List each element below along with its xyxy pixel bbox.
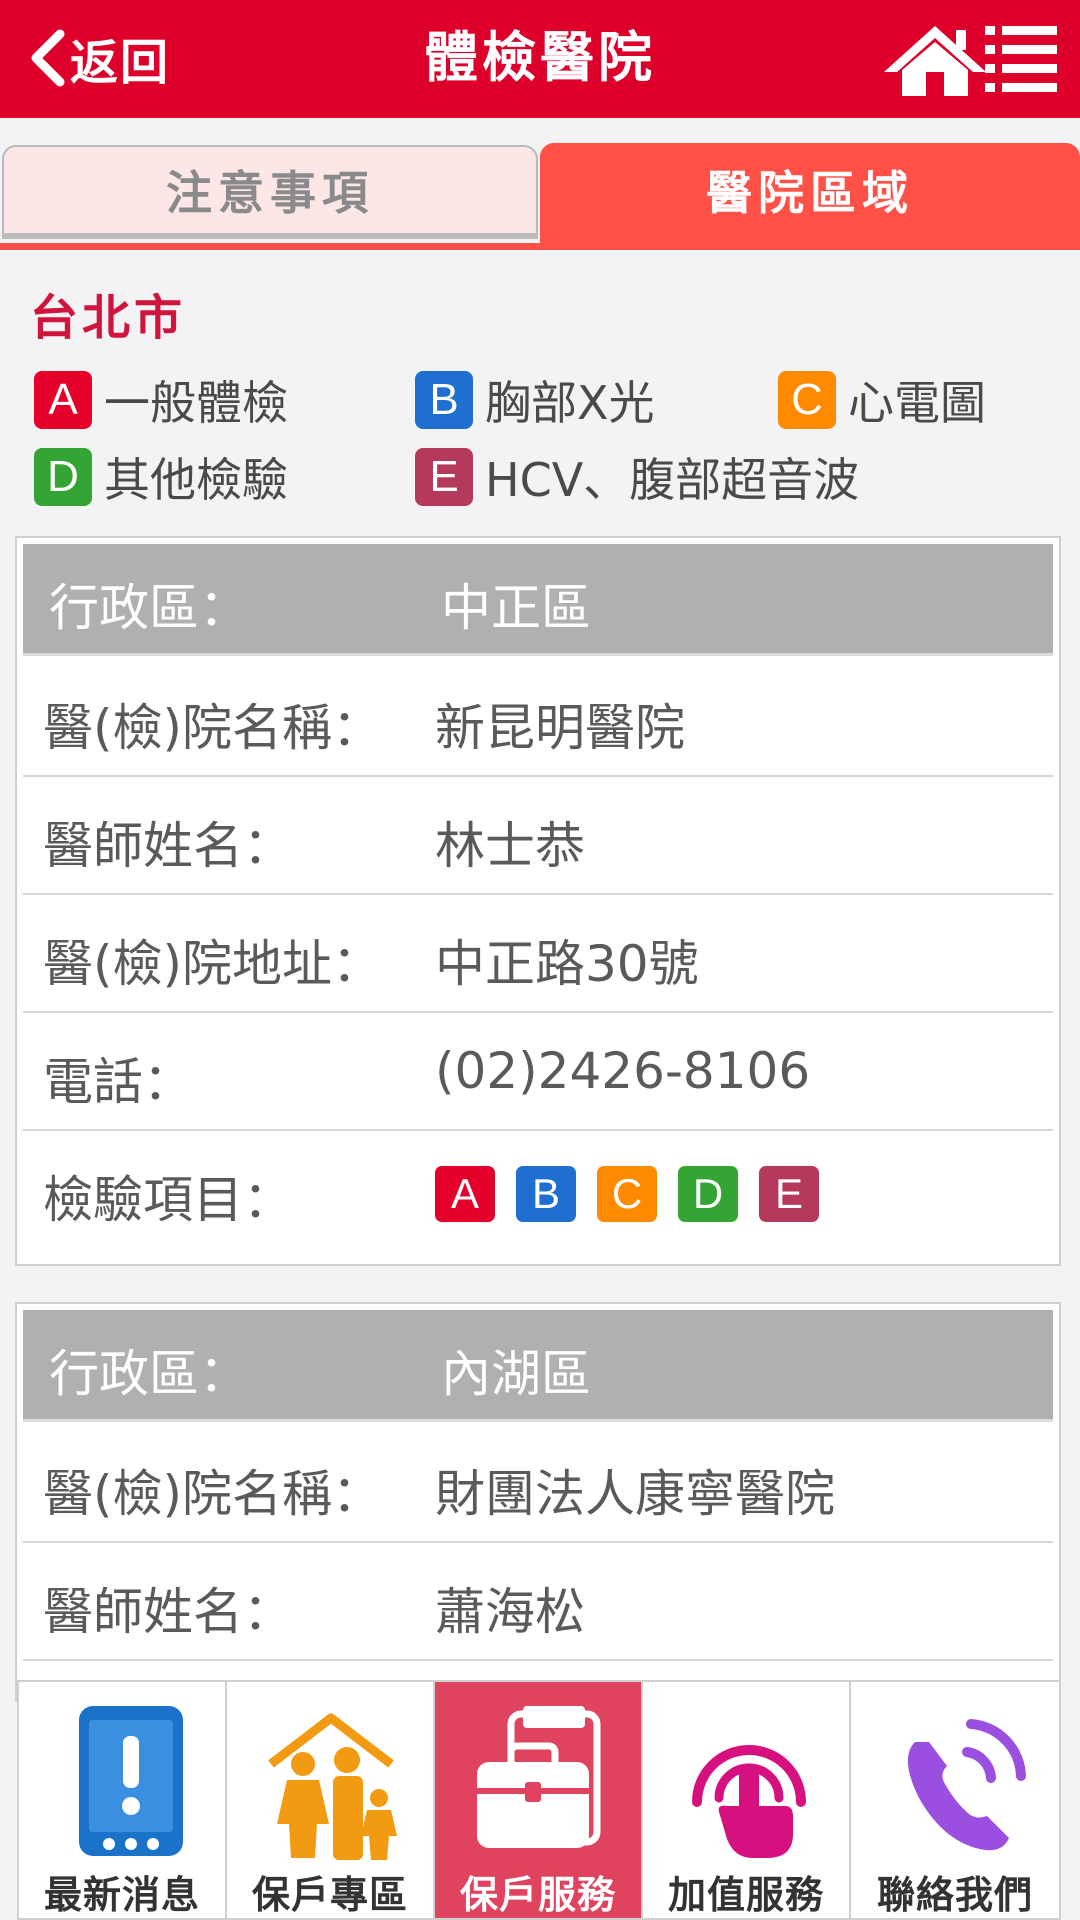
- address-label: 醫(檢)院地址：: [43, 935, 383, 993]
- legend-item-c: C 心電圖: [778, 367, 986, 433]
- touch-icon: [692, 1745, 806, 1858]
- badge-b: B: [415, 371, 473, 429]
- items-label: 檢驗項目：: [43, 1171, 293, 1229]
- doctor-label: 醫師姓名：: [43, 1583, 293, 1641]
- phone-alert-icon: [79, 1706, 183, 1856]
- hospital-card: 行政區： 中正區 醫(檢)院名稱： 新昆明醫院 醫師姓名： 林士恭 醫(檢)院地…: [15, 536, 1061, 1266]
- item-badge-e: E: [759, 1166, 819, 1222]
- row-divider: [23, 775, 1053, 777]
- row-divider: [23, 1129, 1053, 1131]
- nav-latest-news[interactable]: 最新消息: [19, 1682, 227, 1918]
- badge-e: E: [415, 448, 473, 506]
- legend-label: HCV、腹部超音波: [485, 453, 860, 507]
- legend-label: 胸部X光: [485, 376, 655, 430]
- call-icon: [907, 1719, 1026, 1851]
- bottom-nav: 最新消息 保戶專區 保戶服務 加值服務 聯絡我們: [17, 1680, 1061, 1920]
- hospital-name-value: 財團法人康寧醫院: [435, 1465, 835, 1523]
- item-badge-c: C: [597, 1166, 657, 1222]
- row-divider: [23, 893, 1053, 895]
- nav-label: 最新消息: [43, 1873, 200, 1917]
- phone-label: 電話：: [43, 1053, 193, 1111]
- test-items: A B C D E: [435, 1166, 840, 1222]
- hospital-name-label: 醫(檢)院名稱：: [43, 1465, 383, 1523]
- row-divider: [23, 1659, 1053, 1661]
- home-icon[interactable]: [880, 22, 990, 98]
- nav-label: 聯絡我們: [876, 1873, 1033, 1917]
- legend-item-e: E HCV、腹部超音波: [415, 444, 859, 510]
- badge-c: C: [778, 371, 836, 429]
- legend-label: 心電圖: [848, 376, 986, 430]
- district-value: 內湖區: [441, 1345, 591, 1403]
- family-home-icon: [268, 1713, 397, 1860]
- district-value: 中正區: [441, 579, 591, 637]
- hospital-name-value: 新昆明醫院: [435, 699, 685, 757]
- row-divider: [23, 1011, 1053, 1013]
- hospital-name-label: 醫(檢)院名稱：: [43, 699, 383, 757]
- app-header: 返回 體檢醫院: [0, 0, 1080, 118]
- city-title: 台北市: [30, 290, 187, 346]
- badge-a: A: [34, 371, 92, 429]
- nav-value-added[interactable]: 加值服務: [643, 1682, 851, 1918]
- district-label: 行政區：: [49, 579, 249, 637]
- nav-member-area[interactable]: 保戶專區: [227, 1682, 435, 1918]
- nav-member-service[interactable]: 保戶服務: [435, 1682, 643, 1918]
- nav-contact-us[interactable]: 聯絡我們: [851, 1682, 1059, 1918]
- tab-notes[interactable]: 注意事項: [2, 145, 538, 239]
- phone-value[interactable]: (02)2426-8106: [435, 1042, 810, 1100]
- badge-d: D: [34, 448, 92, 506]
- district-label: 行政區：: [49, 1345, 249, 1403]
- nav-label: 保戶專區: [251, 1873, 408, 1917]
- doctor-label: 醫師姓名：: [43, 817, 293, 875]
- hospital-card: 行政區： 內湖區 醫(檢)院名稱： 財團法人康寧醫院 醫師姓名： 蕭海松: [15, 1302, 1061, 1702]
- briefcase-icon: [477, 1706, 601, 1848]
- card-header: 行政區： 中正區: [23, 544, 1053, 656]
- menu-icon[interactable]: [985, 26, 1057, 92]
- legend-item-a: A 一般體檢: [34, 367, 288, 433]
- legend-label: 其他檢驗: [104, 453, 288, 507]
- legend-item-d: D 其他檢驗: [34, 444, 288, 510]
- tab-bar: 注意事項 醫院區域: [0, 143, 1080, 250]
- doctor-value: 林士恭: [435, 817, 585, 875]
- tab-hospital-area[interactable]: 醫院區域: [540, 143, 1080, 243]
- item-badge-b: B: [516, 1166, 576, 1222]
- address-value: 中正路30號: [435, 935, 699, 993]
- legend-item-b: B 胸部X光: [415, 367, 655, 433]
- card-header: 行政區： 內湖區: [23, 1310, 1053, 1422]
- nav-label: 加值服務: [667, 1873, 824, 1917]
- row-divider: [23, 1541, 1053, 1543]
- legend-label: 一般體檢: [104, 376, 288, 430]
- tab-underline: [0, 243, 1080, 250]
- item-badge-a: A: [435, 1166, 495, 1222]
- doctor-value: 蕭海松: [435, 1583, 585, 1641]
- item-badge-d: D: [678, 1166, 738, 1222]
- nav-label: 保戶服務: [459, 1873, 616, 1917]
